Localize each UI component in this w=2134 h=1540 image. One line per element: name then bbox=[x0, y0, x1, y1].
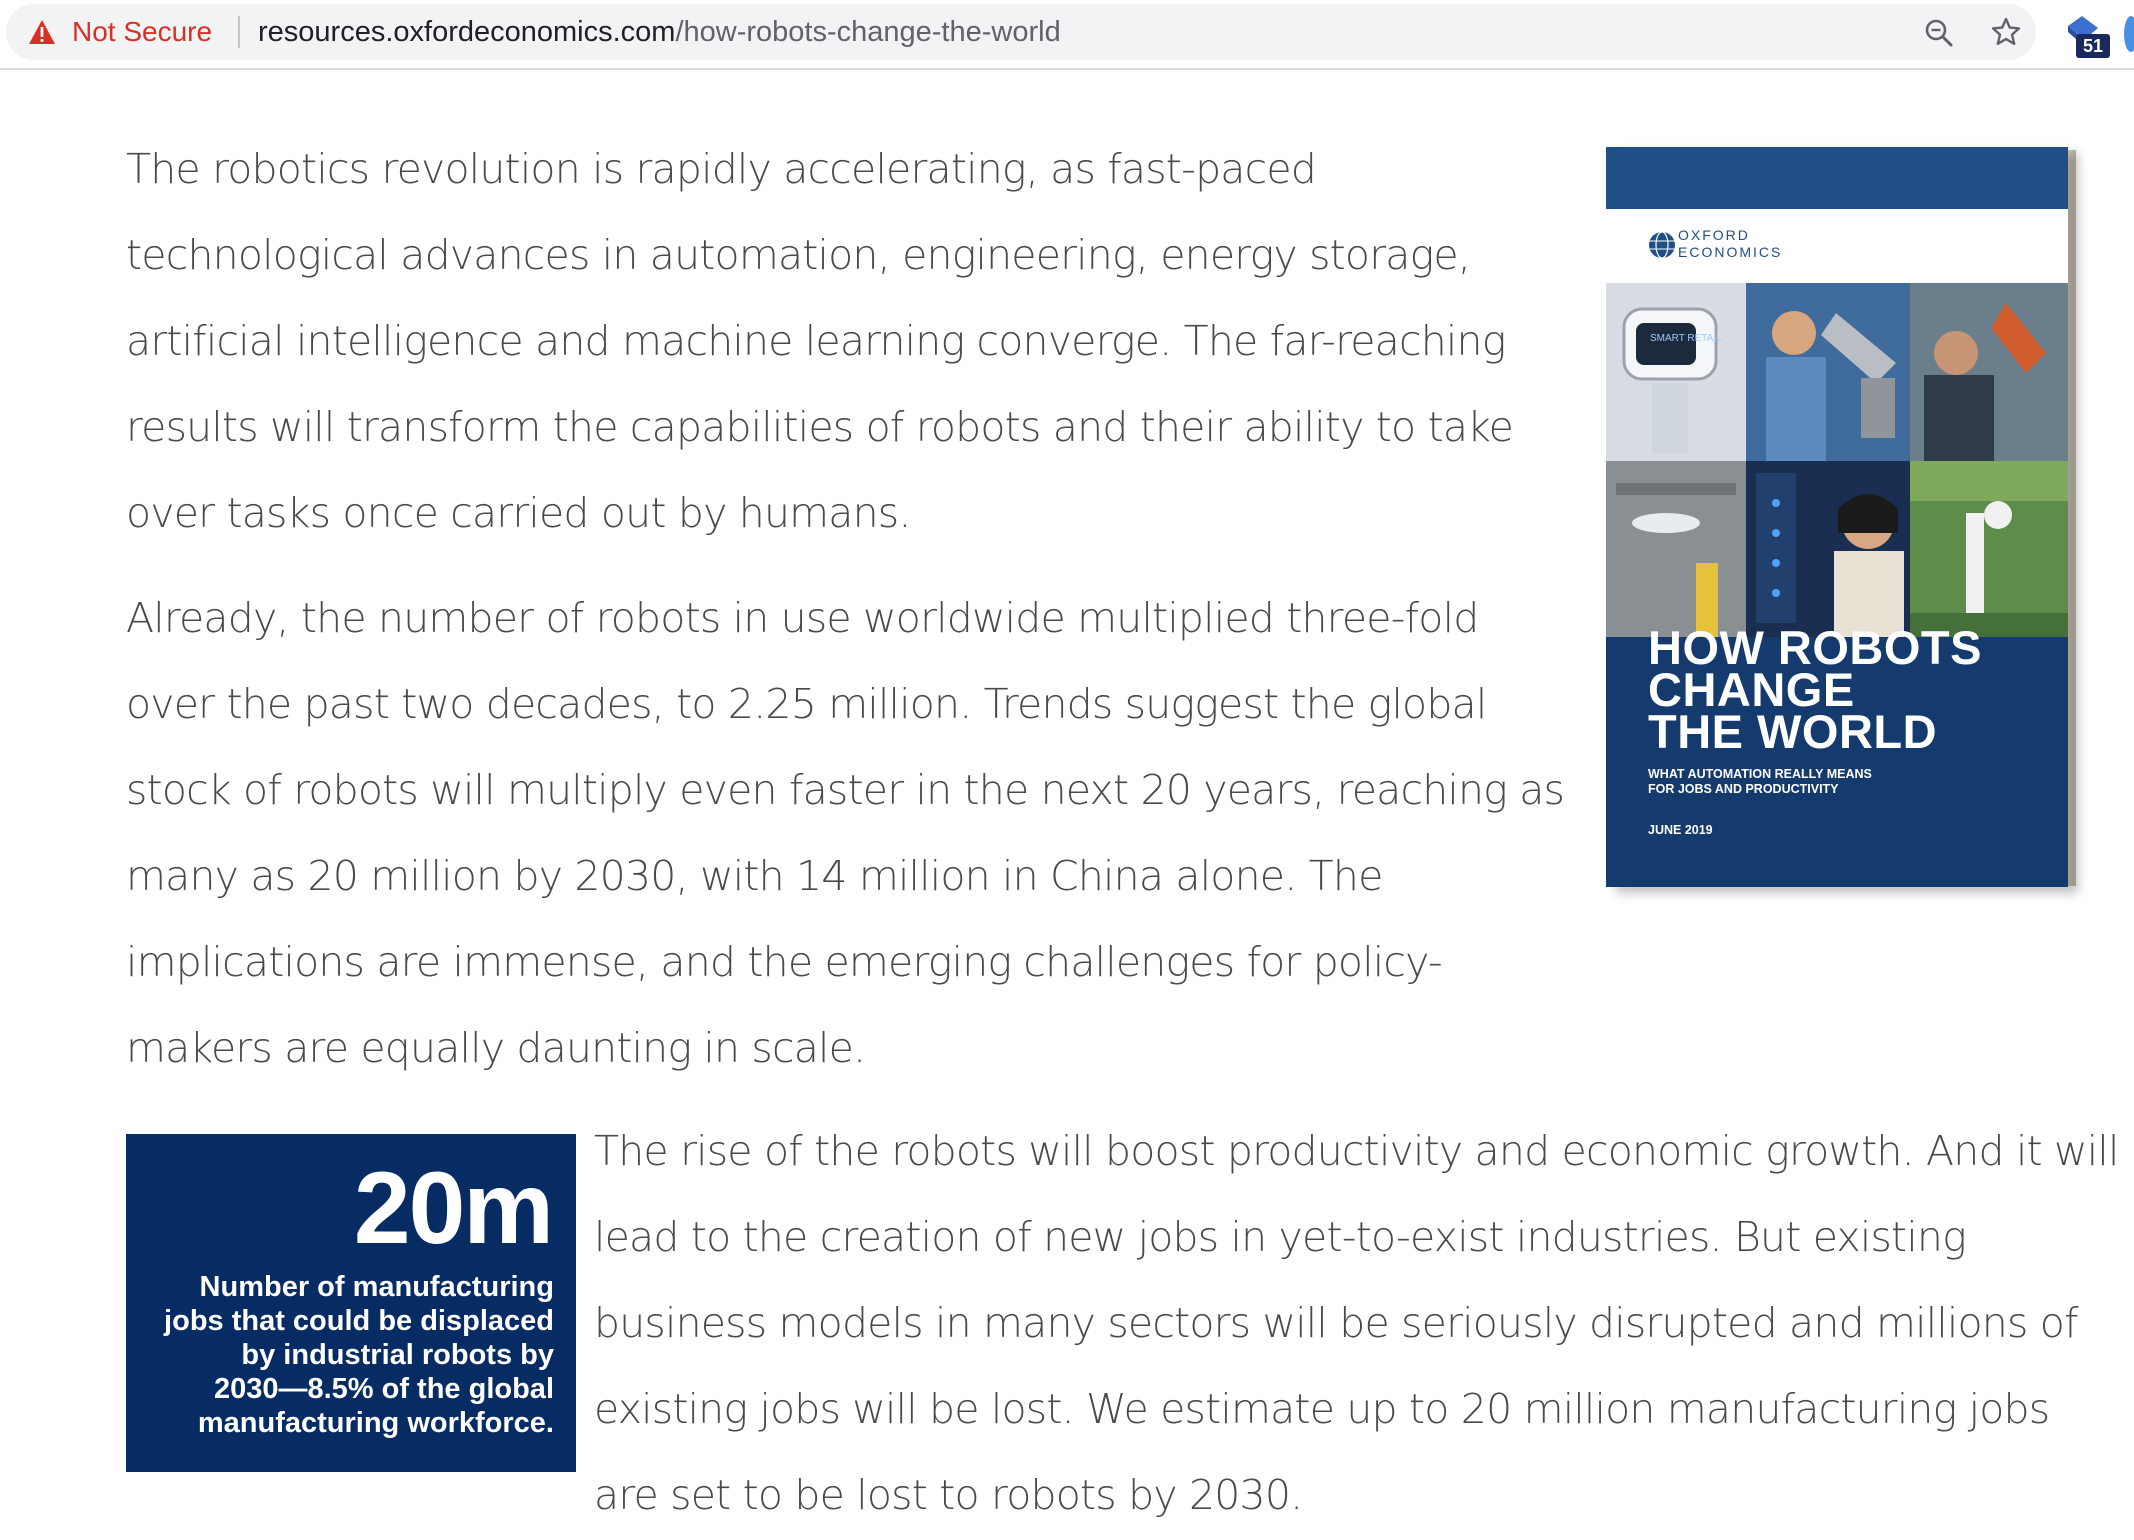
url-path: /how-robots-change-the-world bbox=[675, 16, 1061, 48]
report-cover-image[interactable]: OXFORD ECONOMICS SMART RETAIL HOW ROBOTS… bbox=[1606, 147, 2068, 887]
stat-caption-line: by industrial robots by bbox=[241, 1339, 554, 1371]
cover-subtitle-line: FOR JOBS AND PRODUCTIVITY bbox=[1648, 782, 1839, 796]
stat-caption: Number of manufacturing jobs that could … bbox=[124, 1270, 554, 1440]
security-label[interactable]: Not Secure bbox=[72, 14, 212, 50]
cover-subtitle: WHAT AUTOMATION REALLY MEANS FOR JOBS AN… bbox=[1648, 767, 2028, 797]
star-icon[interactable] bbox=[1990, 16, 2022, 48]
cover-spine bbox=[2068, 150, 2076, 886]
address-bar[interactable]: Not Secure resources.oxfordeconomics.com… bbox=[6, 4, 2036, 60]
stat-caption-line: 2030—8.5% of the global bbox=[213, 1373, 554, 1405]
article-paragraph-2: Already, the number of robots in use wor… bbox=[126, 594, 1565, 1072]
divider bbox=[238, 16, 240, 48]
cover-title: HOW ROBOTS CHANGE THE WORLD bbox=[1648, 624, 2058, 758]
globe-icon bbox=[1649, 231, 1675, 259]
cover-date: JUNE 2019 bbox=[1648, 823, 1713, 837]
stat-caption-line: Number of manufacturing bbox=[199, 1271, 554, 1303]
browser-toolbar: Not Secure resources.oxfordeconomics.com… bbox=[0, 0, 2134, 70]
logo-line-2: ECONOMICS bbox=[1678, 244, 1783, 260]
stat-caption-line: manufacturing workforce. bbox=[197, 1407, 554, 1439]
url-host: resources.oxfordeconomics.com bbox=[258, 16, 676, 48]
article-paragraph-1: The robotics revolution is rapidly accel… bbox=[126, 145, 1514, 537]
article-paragraph-3: The rise of the robots will boost produc… bbox=[594, 1127, 2119, 1519]
cover-photo-collage: SMART RETAIL bbox=[1606, 283, 2068, 637]
profile-icon[interactable] bbox=[2124, 16, 2134, 52]
cover-title-line: THE WORLD bbox=[1648, 705, 1938, 758]
stat-caption-line: jobs that could be displaced bbox=[164, 1305, 554, 1337]
cover-logo-text: OXFORD ECONOMICS bbox=[1678, 227, 1782, 261]
cover-top-band bbox=[1606, 147, 2068, 209]
zoom-icon[interactable] bbox=[1924, 18, 1954, 48]
url-text[interactable]: resources.oxfordeconomics.com/how-robots… bbox=[258, 14, 1061, 50]
cover-subtitle-line: WHAT AUTOMATION REALLY MEANS bbox=[1648, 767, 1872, 781]
photo-label-smart: SMART RETAIL bbox=[1650, 333, 1722, 344]
warning-triangle-icon[interactable] bbox=[28, 19, 56, 45]
stat-callout: 20m Number of manufacturing jobs that co… bbox=[126, 1134, 576, 1472]
extension-badge: 51 bbox=[2076, 34, 2110, 58]
stat-value: 20m bbox=[353, 1151, 554, 1265]
logo-line-1: OXFORD bbox=[1678, 227, 1750, 243]
